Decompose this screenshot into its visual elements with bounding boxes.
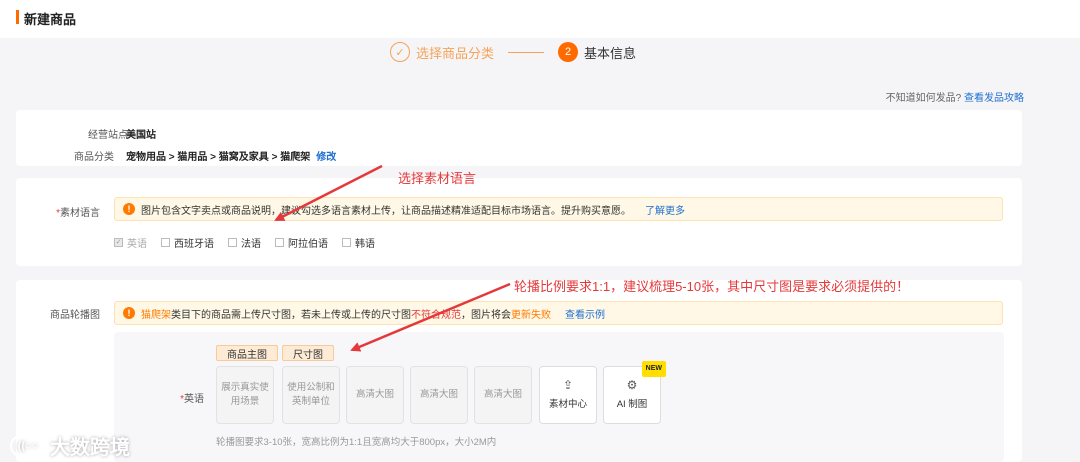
carousel-requirements-note: 轮播图要求3-10张，宽高比例为1:1且宽高均大于800px，大小2M内 <box>216 437 497 448</box>
step-2-label: 基本信息 <box>584 45 637 61</box>
row-label: 英语 <box>184 394 204 405</box>
lang-label: 韩语 <box>355 239 375 250</box>
language-options: ✓ 英语 西班牙语 法语 阿拉伯语 韩语 <box>114 235 375 250</box>
robot-icon: ⚙ <box>626 378 638 392</box>
ai-image-label: AI 制图 <box>616 399 648 410</box>
alert-red-text: 不符合规范 <box>411 309 461 321</box>
warning-icon: ! <box>123 203 135 215</box>
step-connector <box>508 51 545 53</box>
help-question: 不知道如何发品? <box>885 93 962 104</box>
alert-orange-text: 更新失败 <box>511 309 551 321</box>
alert-category: 猫爬架 <box>141 309 171 321</box>
lang-option-spanish[interactable]: 西班牙语 <box>161 235 214 250</box>
site-value: 美国站 <box>126 130 156 141</box>
category-edit-link[interactable]: 修改 <box>316 152 336 163</box>
checkbox-icon[interactable] <box>342 238 351 247</box>
upload-slot[interactable]: 使用公制和英制单位 <box>282 366 340 424</box>
category-path: 宠物用品 > 猫用品 > 猫窝及家具 > 猫爬架 <box>126 152 311 163</box>
upload-slot[interactable]: 展示真实使用场景 <box>216 366 274 424</box>
language-label: 素材语言 <box>60 208 100 219</box>
lang-option-french[interactable]: 法语 <box>228 235 261 250</box>
annotation-carousel: 轮播比例要求1:1，建议梳理5-10张，其中尺寸图是要求必须提供的！ <box>514 279 910 294</box>
category-label: 商品分类 <box>74 152 114 163</box>
lang-option-korean[interactable]: 韩语 <box>342 235 375 250</box>
help-text: 不知道如何发品? 查看发品攻略 <box>886 89 1024 104</box>
lang-label: 阿拉伯语 <box>288 239 328 250</box>
checkbox-checked-icon: ✓ <box>114 238 123 247</box>
checkbox-icon[interactable] <box>228 238 237 247</box>
page-header: 新建商品 <box>0 0 1080 38</box>
tag-size-chart: 尺寸图 <box>282 345 334 361</box>
lang-label: 英语 <box>127 239 147 250</box>
upload-slot[interactable]: 高清大图 <box>410 366 468 424</box>
alert-text-1: 类目下的商品需上传尺寸图，若未上传或上传的尺寸图 <box>171 309 411 321</box>
step-1-label[interactable]: 选择商品分类 <box>416 43 494 62</box>
material-center-button[interactable]: ⇪ 素材中心 <box>539 366 597 424</box>
alert-text-2: ，图片将会 <box>461 309 511 321</box>
language-label-wrap: *素材语言 <box>10 204 100 219</box>
upload-slot[interactable]: 高清大图 <box>346 366 404 424</box>
lang-option-arabic[interactable]: 阿拉伯语 <box>275 235 328 250</box>
upload-slot[interactable]: 高清大图 <box>474 366 532 424</box>
category-value: 宠物用品 > 猫用品 > 猫窝及家具 > 猫爬架 修改 <box>126 148 336 163</box>
title-accent-bar <box>16 10 19 24</box>
annotation-language: 选择素材语言 <box>398 171 477 186</box>
learn-more-link[interactable]: 了解更多 <box>645 202 685 217</box>
ai-image-button[interactable]: NEW ⚙ AI 制图 <box>603 361 666 424</box>
row-label-wrap: *英语 <box>114 390 204 405</box>
logo-mark-icon: ((○○ <box>10 434 46 457</box>
page-title: 新建商品 <box>24 12 77 27</box>
lang-label: 西班牙语 <box>174 239 214 250</box>
upload-icon: ⇪ <box>562 378 574 392</box>
tag-main-image: 商品主图 <box>216 345 278 361</box>
new-badge: NEW <box>641 361 666 377</box>
checkbox-icon[interactable] <box>161 238 170 247</box>
step-2-number: 2 <box>558 42 579 62</box>
watermark-logo: ((○○ 大数跨境 <box>10 431 130 460</box>
carousel-alert: ! 猫爬架 类目下的商品需上传尺寸图，若未上传或上传的尺寸图 不符合规范 ，图片将会更… <box>114 301 1003 325</box>
lang-label: 法语 <box>241 239 261 250</box>
language-alert: ! 图片包含文字卖点或商品说明，建议勾选多语言素材上传，让商品描述精准适配目标市… <box>114 197 1003 221</box>
material-center-label: 素材中心 <box>548 399 587 410</box>
view-example-link[interactable]: 查看示例 <box>565 306 605 321</box>
warning-icon: ! <box>123 307 135 319</box>
language-card <box>16 178 1022 266</box>
checkbox-icon[interactable] <box>275 238 284 247</box>
check-icon: ✓ <box>390 42 410 62</box>
lang-option-english: ✓ 英语 <box>114 235 147 250</box>
steps: ✓ 选择商品分类 2 基本信息 <box>390 41 636 63</box>
help-link[interactable]: 查看发品攻略 <box>964 93 1024 104</box>
logo-text: 大数跨境 <box>50 437 130 459</box>
carousel-label: 商品轮播图 <box>50 310 100 321</box>
language-alert-text: 图片包含文字卖点或商品说明，建议勾选多语言素材上传，让商品描述精准适配目标市场语… <box>141 205 631 217</box>
site-label: 经营站点 <box>88 130 128 141</box>
